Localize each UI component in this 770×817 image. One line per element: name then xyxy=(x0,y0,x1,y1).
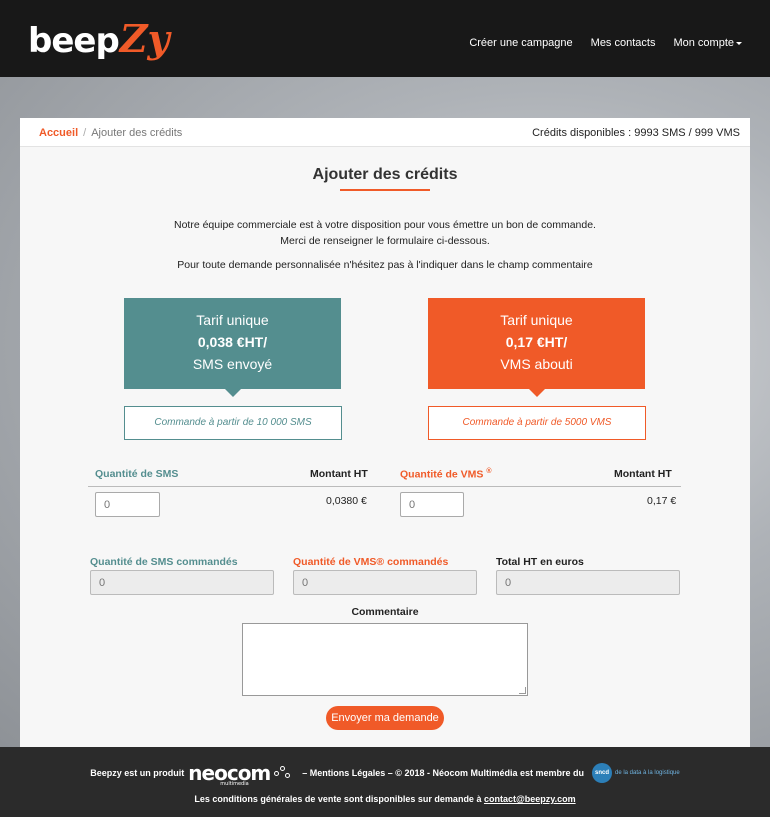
nav-my-contacts[interactable]: Mes contacts xyxy=(591,37,656,49)
sms-price-line1: Tarif unique xyxy=(196,312,269,328)
total-ht-label: Total HT en euros xyxy=(496,556,584,568)
sms-ordered-label: Quantité de SMS commandés xyxy=(90,556,238,568)
nav-create-campaign[interactable]: Créer une campagne xyxy=(469,37,572,49)
breadcrumb-bar: Accueil / Ajouter des crédits Crédits disp… xyxy=(20,118,750,147)
comment-textarea[interactable] xyxy=(242,623,528,696)
nav-my-account-label: Mon compte xyxy=(673,37,734,49)
comment-label: Commentaire xyxy=(351,606,419,618)
registered-mark: ® xyxy=(486,468,492,475)
main-nav: Créer une campagne Mes contacts Mon comp… xyxy=(469,37,742,49)
sms-price-value: 0,038 €HT/ xyxy=(197,334,268,350)
logo-text-beep: beep xyxy=(28,21,120,61)
sms-quantity-label: Quantité de SMS xyxy=(95,468,179,480)
main-card: Accueil / Ajouter des crédits Crédits disp… xyxy=(20,118,750,748)
available-credits: Crédits disponibles : 9993 SMS / 999 VMS xyxy=(532,127,740,139)
sms-amount-label: Montant HT xyxy=(310,468,368,480)
vms-ordered-label: Quantité de VMS® commandés xyxy=(293,556,449,568)
footer: Beepzy est un produit neocom multimedia … xyxy=(0,747,770,817)
footer-legal-link[interactable]: – Mentions Légales – © 2018 - Néocom Mul… xyxy=(302,768,584,778)
vms-quantity-label-text: Quantité de VMS xyxy=(400,468,484,481)
footer-line-1: Beepzy est un produit neocom multimedia … xyxy=(0,761,770,787)
neocom-logo-subtext: multimedia xyxy=(220,781,249,787)
intro-line-2: Merci de renseigner le formulaire ci-des… xyxy=(280,235,490,247)
vms-quantity-label: Quantité de VMS ® xyxy=(400,468,492,481)
resize-handle-icon[interactable] xyxy=(519,687,526,694)
title-underline xyxy=(340,189,430,191)
sms-ordered-field xyxy=(90,570,274,595)
sms-price-unit: SMS envoyé xyxy=(192,356,273,372)
breadcrumb-current: Ajouter des crédits xyxy=(91,127,183,139)
vms-price-box: Tarif unique 0,17 €HT/ VMS abouti xyxy=(428,298,645,397)
sms-min-order: Commande à partir de 10 000 SMS xyxy=(124,406,342,440)
sncd-logo[interactable]: sncd de la data à la logistique xyxy=(592,763,680,783)
neocom-logo[interactable]: neocom multimedia xyxy=(188,763,271,787)
breadcrumb: Accueil / Ajouter des crédits xyxy=(39,127,182,139)
sncd-badge: sncd xyxy=(592,763,612,783)
vms-unit-amount: 0,17 € xyxy=(647,495,677,507)
sms-divider xyxy=(88,486,401,487)
contact-email-link[interactable]: contact@beepzy.com xyxy=(484,794,576,804)
breadcrumb-home[interactable]: Accueil xyxy=(39,127,78,139)
vms-amount-label: Montant HT xyxy=(614,468,672,480)
footer-line-2: Les conditions générales de vente sont d… xyxy=(0,794,770,804)
vms-price-value: 0,17 €HT/ xyxy=(505,334,568,350)
nav-my-account[interactable]: Mon compte xyxy=(673,37,742,49)
caret-down-icon xyxy=(736,41,742,45)
footer-cgv-text: Les conditions générales de vente sont d… xyxy=(194,794,482,804)
submit-request-button[interactable]: Envoyer ma demande xyxy=(326,706,444,730)
beepzy-logo[interactable]: beep Zy xyxy=(28,16,170,62)
vms-ordered-field xyxy=(293,570,477,595)
sms-price-box: Tarif unique 0,038 €HT/ SMS envoyé xyxy=(124,298,341,397)
logo-text-zy: Zy xyxy=(119,16,170,61)
vms-quantity-input[interactable] xyxy=(400,492,464,517)
vms-price-unit: VMS abouti xyxy=(500,356,573,372)
molecule-icon xyxy=(274,766,292,780)
breadcrumb-separator: / xyxy=(83,127,87,139)
top-navbar: beep Zy Créer une campagne Mes contacts M… xyxy=(0,0,770,77)
vms-divider xyxy=(395,486,681,487)
vms-min-order: Commande à partir de 5000 VMS xyxy=(428,406,646,440)
sms-quantity-input[interactable] xyxy=(95,492,160,517)
footer-product-of: Beepzy est un produit xyxy=(90,768,185,778)
intro-line-3: Pour toute demande personnalisée n'hésit… xyxy=(177,259,593,271)
intro-line-1: Notre équipe commerciale est à votre dis… xyxy=(174,219,596,231)
page-title: Ajouter des crédits xyxy=(312,166,458,183)
total-ht-field xyxy=(496,570,680,595)
sms-price-arrow xyxy=(225,389,241,397)
vms-price-arrow xyxy=(529,389,545,397)
sncd-tagline: de la data à la logistique xyxy=(615,769,680,776)
vms-price-line1: Tarif unique xyxy=(500,312,573,328)
sms-unit-amount: 0,0380 € xyxy=(326,495,367,507)
